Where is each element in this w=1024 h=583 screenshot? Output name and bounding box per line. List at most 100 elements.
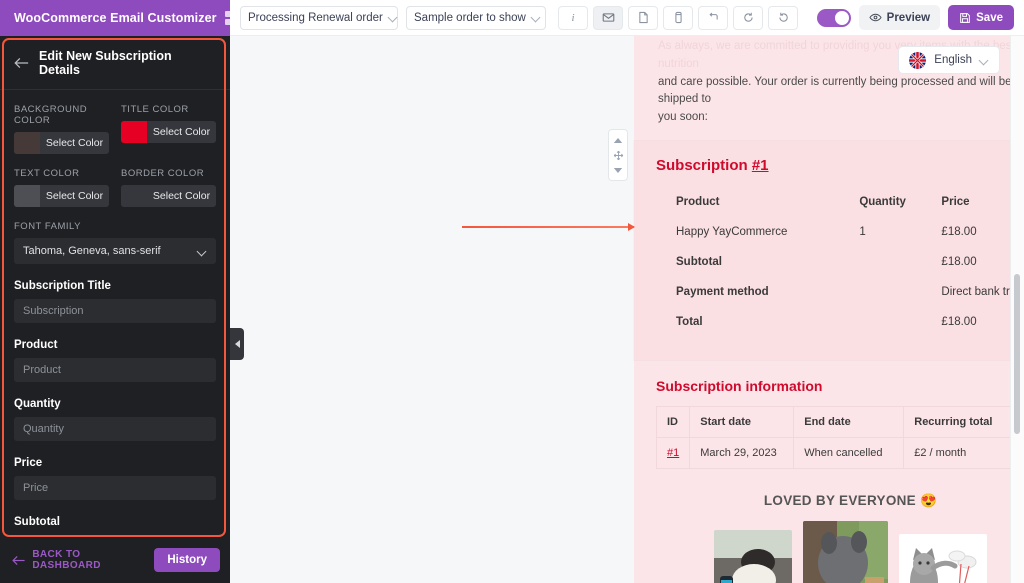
annotation-arrow [462, 223, 635, 231]
subscription-information-heading: Subscription information [656, 378, 823, 395]
app-title: WooCommerce Email Customizer [14, 11, 217, 25]
document-icon [638, 11, 648, 24]
loved-heading: LOVED BY EVERYONE 😍 [763, 493, 938, 509]
font-family-value: Tahoma, Geneva, sans-serif [23, 245, 161, 257]
row-start-date: March 29, 2023 [689, 437, 795, 470]
save-button[interactable]: Save [948, 5, 1014, 30]
sample-order-select[interactable]: Sample order to show [406, 5, 546, 30]
chevron-down-icon [980, 56, 989, 65]
chevron-down-icon [198, 247, 207, 256]
subscription-information-section: Subscription information ID Start date E… [634, 360, 1024, 485]
summary-label-payment-method: Payment method [676, 286, 769, 299]
info-button[interactable]: i [558, 5, 588, 30]
table-row: Subtotal £18.00 [656, 250, 1024, 280]
drag-move-control[interactable] [611, 149, 625, 161]
undo-icon [743, 12, 753, 22]
chevron-left-icon [234, 340, 240, 348]
toggle-knob [834, 10, 849, 25]
border-color-picker[interactable]: Select Color [121, 185, 216, 207]
panel-title: Edit New Subscription Details [38, 49, 172, 77]
info-icon: i [571, 11, 575, 24]
title-color-picker[interactable]: Select Color [121, 121, 216, 143]
move-up-control[interactable] [611, 134, 625, 146]
chevron-down-icon [532, 13, 541, 22]
row-id: #1 [655, 437, 691, 470]
back-to-dashboard-link[interactable]: BACK TO DASHBOARD [12, 549, 146, 571]
color-row-2: TEXT COLOR Select Color BORDER COLOR Sel… [14, 168, 216, 207]
chevron-down-icon [389, 13, 398, 22]
subscription-id-link[interactable]: #1 [752, 157, 769, 174]
font-family-select[interactable]: Tahoma, Geneva, sans-serif [14, 238, 216, 264]
product-input[interactable]: Product [14, 358, 216, 382]
text-color-picker[interactable]: Select Color [14, 185, 109, 207]
undo-button[interactable] [733, 5, 763, 30]
column-header-product: Product [676, 196, 720, 209]
summary-spacer [859, 280, 941, 310]
summary-spacer [859, 310, 941, 340]
mobile-icon [674, 11, 682, 24]
panel-content: BACKGROUND COLOR Select Color TITLE COLO… [0, 90, 230, 537]
row-recurring-total: £2 / month [903, 437, 1014, 470]
toolbar: Processing Renewal order Sample order to… [230, 0, 1024, 36]
redo-button[interactable] [768, 5, 798, 30]
background-color-picker[interactable]: Select Color [14, 132, 109, 154]
quantity-label: Quantity [14, 398, 61, 410]
table-row: Happy YayCommerce 1 £18.00 [656, 220, 1024, 250]
subscription-block[interactable]: Subscription #1 Product Quantity Price H… [634, 141, 1024, 361]
main-body: Edit New Subscription Details BACKGROUND… [0, 36, 1024, 583]
history-button[interactable]: History [154, 548, 220, 572]
back-to-dashboard-label: BACK TO DASHBOARD [32, 549, 101, 571]
kitten-toy-photo [899, 534, 987, 583]
subscription-block-title: Subscription #1 [656, 157, 1024, 174]
language-label: English [934, 54, 972, 66]
row-end-date: When cancelled [793, 437, 905, 470]
table-header-row: ID Start date End date Recurring total [655, 406, 1014, 439]
email-preview: As always, we are committed to providing… [634, 36, 1024, 583]
mobile-button[interactable] [663, 5, 693, 30]
brand-header: WooCommerce Email Customizer [0, 0, 239, 36]
settings-sidebar: Edit New Subscription Details BACKGROUND… [0, 36, 230, 583]
text-color-swatch [14, 185, 40, 207]
quantity-input[interactable]: Quantity [14, 417, 216, 441]
top-bar: WooCommerce Email Customizer Processing … [0, 0, 1024, 36]
arrow-left-icon[interactable] [14, 57, 29, 69]
live-toggle[interactable] [816, 8, 851, 27]
border-color-button-label: Select Color [152, 190, 211, 202]
move-down-control[interactable] [611, 164, 625, 176]
panel-scroll-area[interactable]: Edit New Subscription Details BACKGROUND… [0, 36, 230, 537]
text-color-label: TEXT COLOR [14, 168, 80, 179]
reset-button[interactable] [698, 5, 728, 30]
title-color-button-label: Select Color [152, 126, 211, 138]
language-selector[interactable]: English [898, 46, 1000, 74]
price-label: Price [14, 457, 43, 469]
page-button[interactable] [628, 5, 658, 30]
email-type-select[interactable]: Processing Renewal order [240, 5, 398, 30]
column-header-start-date: Start date [689, 406, 795, 439]
background-color-field: BACKGROUND COLOR Select Color [14, 104, 109, 154]
toolbar-button-group: i [558, 5, 798, 30]
border-color-field: BORDER COLOR Select Color [121, 168, 216, 207]
column-header-recurring-total: Recurring total [903, 406, 1014, 439]
background-color-label: BACKGROUND COLOR [14, 104, 88, 126]
app-root: WooCommerce Email Customizer Processing … [0, 0, 1024, 583]
puppy-in-tub-photo [714, 530, 792, 583]
triangle-down-icon [613, 167, 623, 173]
summary-spacer [859, 250, 941, 280]
preview-label: Preview [886, 11, 931, 24]
font-family-label: FONT FAMILY [14, 221, 81, 232]
subscription-title-input[interactable]: Subscription [14, 299, 216, 323]
subscription-title-label: Subscription Title [14, 280, 111, 292]
preview-button[interactable]: Preview [858, 5, 941, 30]
sidebar-collapse-toggle[interactable] [230, 328, 244, 360]
save-label: Save [976, 11, 1003, 24]
floppy-disk-icon [960, 12, 970, 23]
scrollbar-thumb[interactable] [1014, 274, 1020, 434]
loved-by-everyone-section: LOVED BY EVERYONE 😍 [634, 485, 1024, 521]
subscription-id-link[interactable]: #1 [667, 447, 679, 459]
panel-header: Edit New Subscription Details [0, 36, 230, 90]
eye-icon [869, 13, 882, 22]
email-button[interactable] [593, 5, 623, 30]
price-input[interactable]: Price [14, 476, 216, 500]
border-color-swatch [121, 185, 147, 207]
product-gallery [634, 521, 1024, 583]
